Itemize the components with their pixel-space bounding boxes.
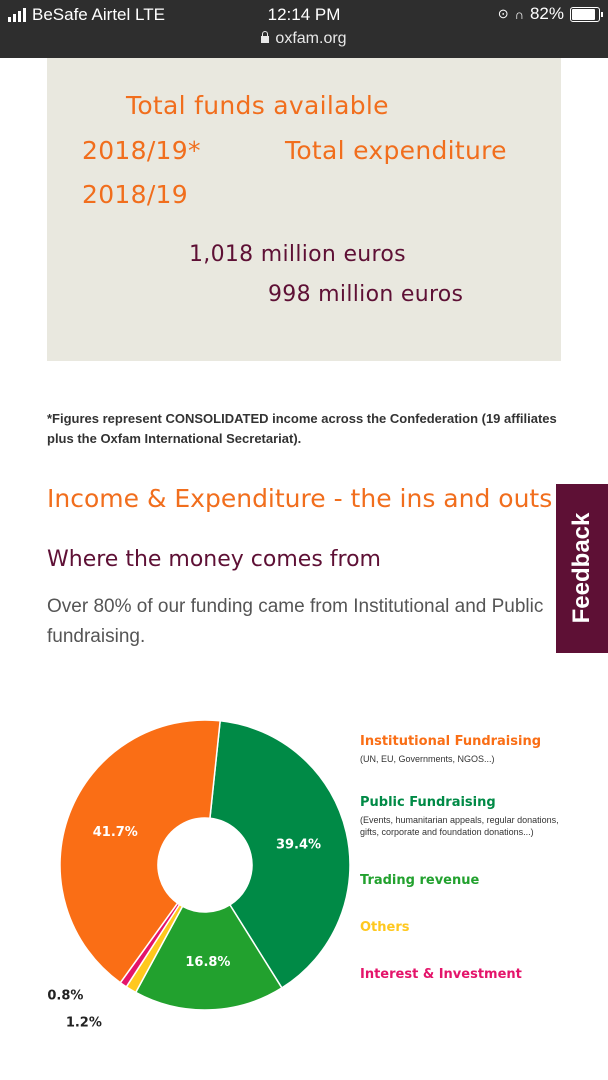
income-donut-chart: 41.7% 39.4% 16.8% 1.2% 0.8% Institutional Fu…	[0, 700, 608, 1031]
headphones-icon: ∩	[514, 6, 524, 22]
legend-trading-title: Trading revenue	[360, 873, 480, 888]
legend-public-title: Public Fundraising	[360, 795, 496, 810]
expenditure-label: Total expenditure	[285, 136, 507, 165]
label-institutional: 41.7%	[93, 825, 138, 840]
legend-institutional-detail: (UN, EU, Governments, NGOS...)	[360, 754, 495, 764]
battery-icon	[570, 6, 603, 22]
subheading: Where the money comes from	[47, 547, 381, 572]
funds-label: Total funds available	[126, 91, 389, 120]
legend-others-title: Others	[360, 920, 410, 935]
rotation-lock-icon: ⊙	[497, 6, 509, 21]
label-public: 39.4%	[276, 837, 321, 852]
expenditure-year: 2018/19	[82, 180, 188, 209]
section-heading: Income & Expenditure - the ins and outs	[47, 484, 553, 513]
status-icons: ⊙ ∩ 82%	[497, 4, 603, 24]
funds-amount: 1,018 million euros	[189, 242, 406, 267]
address-bar[interactable]: oxfam.org	[0, 30, 608, 48]
expenditure-amount: 998 million euros	[268, 282, 464, 307]
intro-paragraph: Over 80% of our funding came from Instit…	[47, 596, 544, 647]
funds-summary-box: Total funds available 2018/19* Total exp…	[47, 58, 561, 361]
url-text: oxfam.org	[275, 30, 347, 47]
funds-year: 2018/19*	[82, 136, 201, 165]
legend-public-detail: (Events, humanitarian appeals, regular d…	[360, 815, 559, 837]
legend-institutional-title: Institutional Fundraising	[360, 734, 542, 749]
label-trading: 16.8%	[185, 955, 230, 970]
battery-percent: 82%	[529, 4, 564, 23]
label-interest: 0.8%	[47, 988, 83, 1003]
legend-interest-title: Interest & Investment	[360, 967, 522, 982]
label-others: 1.2%	[66, 1016, 102, 1030]
lock-icon	[261, 31, 270, 43]
feedback-label: Feedback	[568, 512, 595, 624]
status-bar: BeSafe Airtel LTE 12:14 PM ⊙ ∩ 82% oxfam…	[0, 0, 608, 58]
footnote: *Figures represent CONSOLIDATED income a…	[47, 411, 557, 446]
feedback-tab[interactable]: Feedback	[556, 484, 608, 653]
